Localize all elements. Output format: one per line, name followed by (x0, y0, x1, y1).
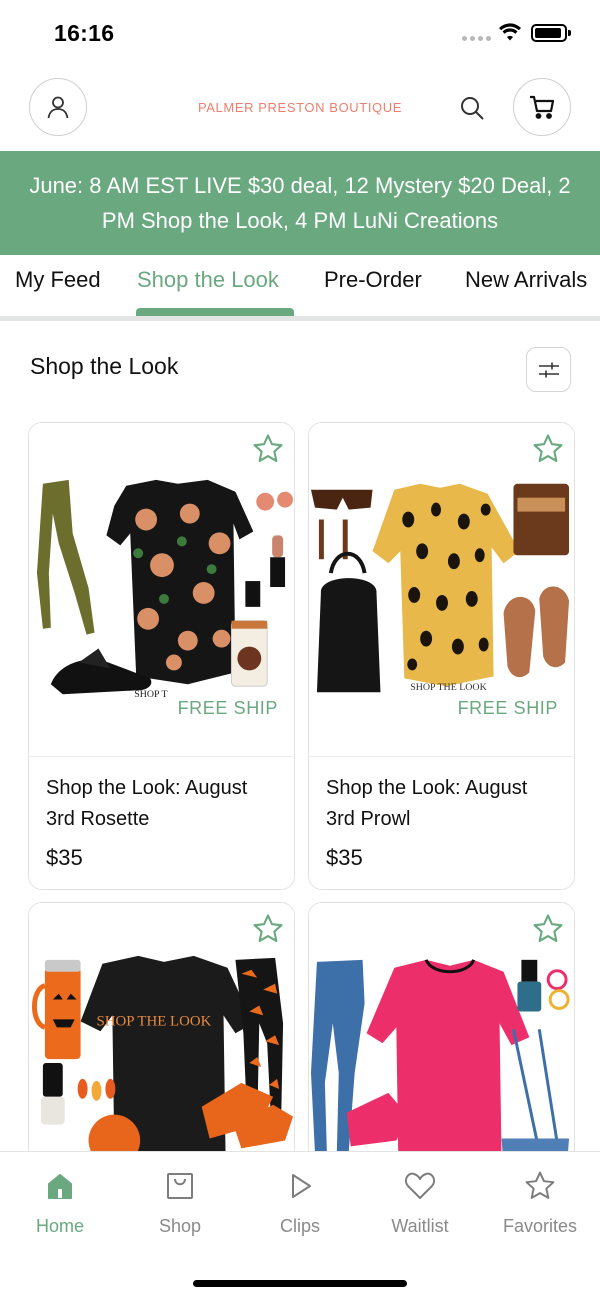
brand-logo[interactable]: PALMER PRESTON BOUTIQUE (0, 100, 600, 115)
tabs-divider (0, 316, 600, 321)
product-card[interactable]: SHOP T FREE SHIP Shop the Look: August 3… (28, 422, 295, 890)
image-text: SHOP T (134, 689, 167, 700)
nav-label: Favorites (502, 1216, 578, 1236)
nav-label: Shop (158, 1216, 202, 1236)
product-price: $35 (46, 845, 83, 870)
nav-home[interactable]: Home (0, 1166, 120, 1237)
play-icon (292, 1174, 311, 1198)
favorite-button[interactable] (530, 911, 566, 947)
nav-shop[interactable]: Shop (120, 1166, 240, 1237)
tab-pre-order[interactable]: Pre-Order (324, 267, 422, 293)
card-divider (29, 756, 294, 757)
battery-icon (531, 24, 571, 42)
home-indicator[interactable] (193, 1280, 407, 1287)
tab-shop-the-look[interactable]: Shop the Look (137, 267, 279, 293)
nav-favorites[interactable]: Favorites (480, 1166, 600, 1237)
nav-label: Clips (279, 1216, 320, 1236)
filter-button[interactable] (526, 347, 571, 392)
card-divider (309, 756, 574, 757)
heart-icon (404, 1172, 436, 1199)
cart-icon (530, 95, 555, 119)
signal-icon (462, 36, 491, 41)
favorite-button[interactable] (530, 431, 566, 467)
free-ship-badge: FREE SHIP (455, 696, 560, 721)
star-icon (533, 434, 563, 462)
section-title: Shop the Look (30, 353, 179, 379)
star-icon (253, 434, 283, 462)
announcement-banner[interactable]: June: 8 AM EST LIVE $30 deal, 12 Mystery… (0, 151, 600, 255)
sliders-icon (538, 362, 559, 377)
favorite-button[interactable] (250, 911, 286, 947)
product-price: $35 (326, 845, 363, 870)
search-button[interactable] (456, 92, 488, 124)
home-icon (48, 1174, 72, 1199)
category-tabs: My Feed Shop the Look Pre-Order New Arri… (0, 255, 600, 321)
star-icon (533, 914, 563, 942)
cart-button[interactable] (513, 78, 571, 136)
nav-waitlist[interactable]: Waitlist (360, 1166, 480, 1237)
star-icon (253, 914, 283, 942)
wifi-icon (499, 23, 521, 41)
tab-my-feed[interactable]: My Feed (15, 267, 101, 293)
image-text: SHOP THE LOOK (96, 1013, 211, 1029)
product-card[interactable]: SHOP THE LOOK FREE SHIP Shop the Look: A… (308, 422, 575, 890)
app-header: PALMER PRESTON BOUTIQUE (0, 76, 600, 140)
search-icon (461, 97, 484, 120)
image-text: SHOP THE LOOK (410, 682, 487, 693)
product-title[interactable]: Shop the Look: August 3rd Rosette (46, 773, 281, 835)
product-title[interactable]: Shop the Look: August 3rd Prowl (326, 773, 561, 835)
nav-clips[interactable]: Clips (240, 1166, 360, 1237)
bottom-nav: Home Shop Clips Waitlist Favorites (0, 1151, 600, 1299)
nav-label: Home (35, 1216, 84, 1236)
shopping-bag-icon (167, 1173, 193, 1199)
favorite-button[interactable] (250, 431, 286, 467)
active-tab-indicator (136, 308, 294, 316)
status-bar: 16:16 (0, 0, 600, 66)
status-time: 16:16 (54, 20, 115, 46)
nav-label: Waitlist (391, 1216, 449, 1236)
free-ship-badge: FREE SHIP (175, 696, 280, 721)
star-icon (525, 1171, 555, 1199)
tab-new-arrivals[interactable]: New Arrivals (465, 267, 587, 293)
